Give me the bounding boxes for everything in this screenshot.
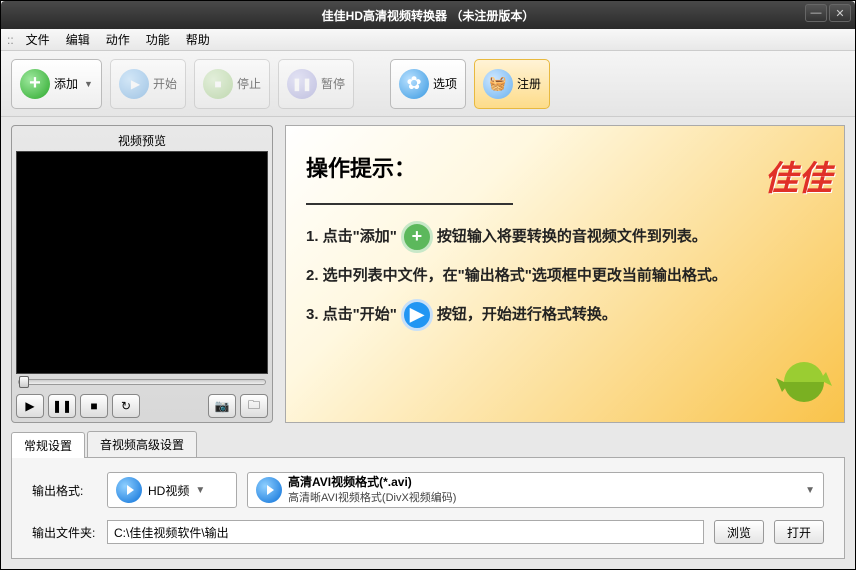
output-folder-row: 输出文件夹: 浏览 打开 xyxy=(32,520,824,544)
preview-screen xyxy=(16,151,268,374)
browse-button[interactable]: 浏览 xyxy=(714,520,764,544)
seek-slider[interactable] xyxy=(16,374,268,390)
refresh-arrows-icon xyxy=(774,352,834,412)
preview-controls: ▶ ❚❚ ■ ↻ 📷 🗀 xyxy=(16,390,268,418)
content-area: 视频预览 ▶ ❚❚ ■ ↻ 📷 🗀 佳佳 操作提示： 1. 点击"添加" + 按… xyxy=(1,117,855,431)
menu-help[interactable]: 帮助 xyxy=(178,29,218,50)
format-detail-select[interactable]: 高清AVI视频格式(*.avi) 高清晰AVI视频格式(DivX视频编码) ▼ xyxy=(247,472,824,508)
snapshot-button[interactable]: 📷 xyxy=(208,394,236,418)
preview-panel: 视频预览 ▶ ❚❚ ■ ↻ 📷 🗀 xyxy=(11,125,273,423)
options-button[interactable]: ✿ 选项 xyxy=(390,59,466,109)
hd-icon xyxy=(116,477,142,503)
tab-general[interactable]: 常规设置 xyxy=(11,432,85,458)
brand-logo: 佳佳 xyxy=(764,136,832,224)
preview-title: 视频预览 xyxy=(16,130,268,151)
menu-file[interactable]: 文件 xyxy=(18,29,58,50)
play-icon: ▶ xyxy=(119,69,149,99)
format-category-select[interactable]: HD视频 ▼ xyxy=(107,472,237,508)
preview-play-button[interactable]: ▶ xyxy=(16,394,44,418)
hint-line-3: 3. 点击"开始" ▶ 按钮，开始进行格式转换。 xyxy=(306,295,824,334)
preview-pause-button[interactable]: ❚❚ xyxy=(48,394,76,418)
chevron-down-icon: ▼ xyxy=(195,485,205,496)
minimize-button[interactable]: — xyxy=(805,4,827,22)
output-path-input[interactable] xyxy=(107,520,704,544)
close-button[interactable]: ✕ xyxy=(829,4,851,22)
toolbar: + 添加 ▼ ▶ 开始 ■ 停止 ❚❚ 暂停 ✿ 选项 🧺 注册 xyxy=(1,51,855,117)
hint-title: 操作提示： xyxy=(306,140,513,205)
play-hint-icon: ▶ xyxy=(401,299,433,331)
settings-tabs: 常规设置 音视频高级设置 xyxy=(11,431,845,457)
app-window: 佳佳HD高清视频转换器 （未注册版本） — ✕ :: 文件 编辑 动作 功能 帮… xyxy=(0,0,856,570)
hint-panel: 佳佳 操作提示： 1. 点击"添加" + 按钮输入将要转换的音视频文件到列表。 … xyxy=(285,125,845,423)
start-button[interactable]: ▶ 开始 xyxy=(110,59,186,109)
stop-button[interactable]: ■ 停止 xyxy=(194,59,270,109)
open-folder-button[interactable]: 🗀 xyxy=(240,394,268,418)
add-hint-icon: + xyxy=(401,221,433,253)
window-controls: — ✕ xyxy=(805,4,851,22)
stop-icon: ■ xyxy=(203,69,233,99)
preview-loop-button[interactable]: ↻ xyxy=(112,394,140,418)
hint-line-1: 1. 点击"添加" + 按钮输入将要转换的音视频文件到列表。 xyxy=(306,217,824,256)
output-format-label: 输出格式: xyxy=(32,482,97,499)
output-format-row: 输出格式: HD视频 ▼ 高清AVI视频格式(*.avi) 高清晰AVI视频格式… xyxy=(32,472,824,508)
pause-icon: ❚❚ xyxy=(287,69,317,99)
register-button[interactable]: 🧺 注册 xyxy=(474,59,550,109)
tab-advanced[interactable]: 音视频高级设置 xyxy=(87,431,197,457)
pause-button[interactable]: ❚❚ 暂停 xyxy=(278,59,354,109)
window-title: 佳佳HD高清视频转换器 （未注册版本） xyxy=(7,7,849,24)
chevron-down-icon: ▼ xyxy=(84,79,93,89)
output-folder-label: 输出文件夹: xyxy=(32,524,97,541)
basket-icon: 🧺 xyxy=(483,69,513,99)
menu-edit[interactable]: 编辑 xyxy=(58,29,98,50)
menubar: :: 文件 编辑 动作 功能 帮助 xyxy=(1,29,855,51)
settings-area: 常规设置 音视频高级设置 输出格式: HD视频 ▼ 高清AVI视频格式(*.av… xyxy=(1,431,855,569)
gear-icon: ✿ xyxy=(399,69,429,99)
menu-action[interactable]: 动作 xyxy=(98,29,138,50)
plus-icon: + xyxy=(20,69,50,99)
add-button[interactable]: + 添加 ▼ xyxy=(11,59,102,109)
format-icon xyxy=(256,477,282,503)
chevron-down-icon: ▼ xyxy=(805,485,815,496)
hint-line-2: 2. 选中列表中文件，在"输出格式"选项框中更改当前输出格式。 xyxy=(306,256,824,295)
settings-box: 输出格式: HD视频 ▼ 高清AVI视频格式(*.avi) 高清晰AVI视频格式… xyxy=(11,457,845,559)
preview-stop-button[interactable]: ■ xyxy=(80,394,108,418)
open-button[interactable]: 打开 xyxy=(774,520,824,544)
menu-function[interactable]: 功能 xyxy=(138,29,178,50)
titlebar: 佳佳HD高清视频转换器 （未注册版本） — ✕ xyxy=(1,1,855,29)
